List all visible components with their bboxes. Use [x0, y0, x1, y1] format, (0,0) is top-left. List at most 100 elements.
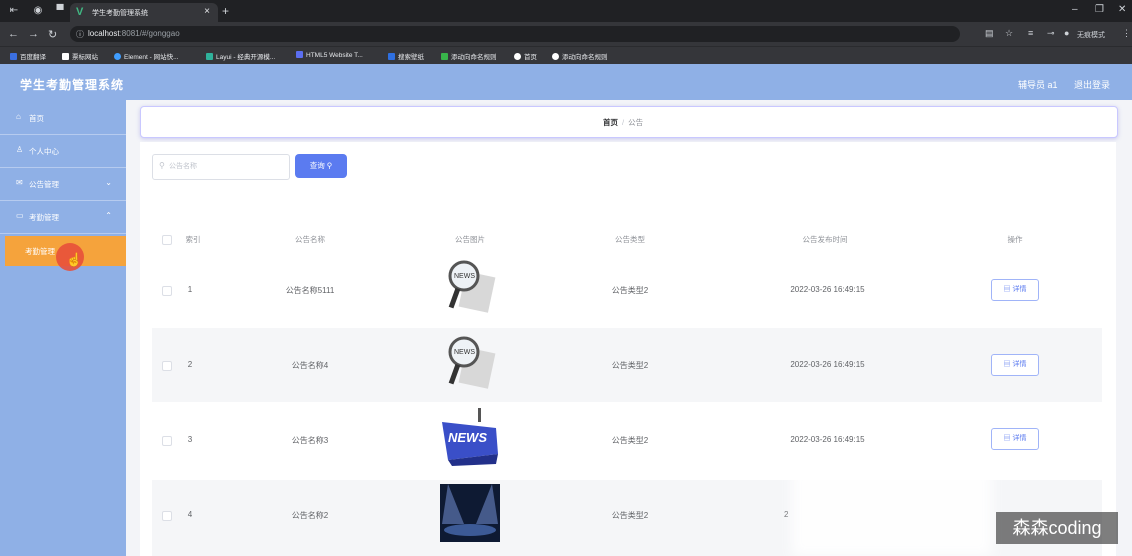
sidebar-item-label: 公告管理 [29, 180, 59, 189]
tab-close-icon[interactable]: × [204, 6, 210, 17]
sidebar-item-label: 首页 [29, 114, 44, 123]
site-info-icon[interactable]: ⓘ [76, 29, 84, 40]
search-icon: ⚲ [159, 161, 165, 170]
element-favicon-icon [114, 53, 121, 60]
incognito-label[interactable]: 无痕模式 [1077, 30, 1105, 40]
watermark: 森森coding [996, 512, 1118, 544]
select-all-checkbox[interactable] [162, 235, 172, 245]
translate-icon[interactable]: ▤ [985, 28, 994, 39]
tab-search-icon[interactable]: ⇤ [8, 5, 20, 17]
breadcrumb-separator: / [622, 118, 625, 127]
sidebar-item-attendance[interactable]: ▭ 考勤管理 ⌃ [0, 201, 126, 234]
reload-icon[interactable]: ↻ [48, 28, 57, 41]
address-bar-row: ← → ↻ ⓘ localhost:8081/#/gonggao ▤ ☆ ≡ ⊸… [0, 22, 1132, 46]
close-window-icon[interactable]: ✕ [1118, 4, 1126, 15]
query-button-label: 查询 [309, 161, 325, 170]
breadcrumb-current: 公告 [628, 118, 644, 127]
notice-type: 公告类型2 [611, 436, 649, 445]
svg-text:NEWS: NEWS [448, 430, 487, 445]
browser-menu-icon[interactable]: ⋮ [1122, 28, 1131, 39]
magnifier-news-image: NEWS [440, 258, 500, 316]
bookmark-item[interactable]: 票标网站 [62, 51, 98, 61]
breadcrumb-home[interactable]: 首页 [603, 118, 618, 127]
svg-text:NEWS: NEWS [454, 273, 475, 280]
detail-button[interactable]: ▤ 详情 [991, 354, 1039, 376]
column-header: 公告发布时间 [802, 235, 848, 244]
row-checkbox[interactable] [162, 436, 172, 446]
back-icon[interactable]: ← [8, 28, 19, 40]
detail-button-label: 详情 [1012, 435, 1027, 442]
search-icon: ⚲ [326, 161, 333, 170]
bookmark-item[interactable]: Element - 网站快... [114, 51, 179, 61]
sidebar-toggle-icon[interactable]: ▀ [54, 5, 66, 17]
query-button[interactable]: 查询 ⚲ [295, 154, 347, 178]
submenu-item-label: 考勤管理 [25, 247, 55, 256]
app-header: 学生考勤管理系统 辅导员 a1 退出登录 [0, 64, 1132, 100]
document-icon: ▤ [1003, 286, 1011, 293]
magnifier-news-image: NEWS [440, 334, 500, 392]
key-icon[interactable]: ⊸ [1047, 28, 1055, 39]
incognito-icon: ● [1064, 28, 1070, 38]
row-index: 4 [187, 510, 193, 519]
chevron-down-icon: ⌄ [105, 178, 112, 187]
detail-button-label: 详情 [1012, 286, 1027, 293]
column-header: 索引 [185, 235, 201, 244]
bookmark-item[interactable]: 添动向命名规则 [552, 51, 608, 61]
row-checkbox[interactable] [162, 361, 172, 371]
column-header: 公告图片 [455, 235, 485, 244]
current-user-label: 辅导员 a1 [1018, 80, 1058, 90]
new-tab-button[interactable]: + [222, 4, 229, 18]
bookmark-item[interactable]: Layui - 经典开源模... [206, 51, 275, 61]
browser-app-icon[interactable]: ◉ [32, 5, 44, 17]
star-icon[interactable]: ☆ [1005, 28, 1013, 39]
sidebar-item-profile[interactable]: ♙ 个人中心 [0, 135, 126, 168]
detail-button[interactable]: ▤ 详情 [991, 428, 1039, 450]
stage-image [440, 484, 500, 542]
publish-time: 2022-03-26 16:49:15 [790, 360, 865, 369]
column-header: 公告名称 [295, 235, 325, 244]
sidebar-item-notice[interactable]: ✉ 公告管理 ⌄ [0, 168, 126, 201]
url-field[interactable]: ⓘ localhost:8081/#/gonggao [70, 26, 960, 42]
notice-name: 公告名称3 [291, 436, 329, 445]
column-header: 公告类型 [615, 235, 645, 244]
breadcrumb: 首页 / 公告 [140, 106, 1118, 138]
layui-favicon-icon [206, 53, 213, 60]
row-index: 2 [187, 360, 193, 369]
news-key-image: NEWS [440, 408, 500, 466]
bookmark-favicon-icon [441, 53, 448, 60]
bookmark-item[interactable]: 百度翻译 [10, 51, 46, 61]
search-input[interactable] [169, 158, 281, 174]
row-checkbox[interactable] [162, 511, 172, 521]
bookmark-item[interactable]: 搜索壁纸 [388, 51, 424, 61]
bookmark-item[interactable]: 添动向命名规则 [441, 51, 497, 61]
logout-link[interactable]: 退出登录 [1074, 78, 1110, 91]
home-icon: ⌂ [16, 112, 21, 121]
sidebar-item-home[interactable]: ⌂ 首页 [0, 102, 126, 135]
bookmark-favicon-icon [10, 53, 17, 60]
url-host: localhost [88, 29, 120, 38]
breadcrumb-trail: 首页 / 公告 [603, 117, 643, 128]
detail-button-label: 详情 [1012, 361, 1027, 368]
minimize-icon[interactable]: – [1072, 4, 1078, 15]
document-icon: ▤ [1003, 435, 1011, 442]
browser-tab[interactable]: V 学生考勤管理系统 × [70, 3, 218, 22]
github-favicon-icon [552, 53, 559, 60]
app-title: 学生考勤管理系统 [20, 78, 125, 92]
notice-type: 公告类型2 [611, 286, 649, 295]
publish-time: 2022-03-26 16:49:15 [790, 435, 865, 444]
notice-name: 公告名称5111 [285, 286, 335, 295]
user-icon: ♙ [16, 145, 24, 154]
forward-icon[interactable]: → [28, 28, 39, 40]
html5-favicon-icon [296, 51, 303, 58]
detail-button[interactable]: ▤ 详情 [991, 279, 1039, 301]
search-field[interactable]: ⚲ [152, 154, 290, 180]
notice-type: 公告类型2 [611, 511, 649, 520]
reading-list-icon[interactable]: ≡ [1028, 28, 1033, 38]
row-checkbox[interactable] [162, 286, 172, 296]
blurred-overlay [792, 468, 992, 556]
row-index: 1 [187, 285, 193, 294]
restore-icon[interactable]: ❐ [1095, 4, 1104, 15]
wallpaper-favicon-icon [388, 53, 395, 60]
bookmark-item[interactable]: 首页 [514, 51, 537, 61]
bookmark-item[interactable]: HTML5 Website T... [296, 51, 363, 59]
